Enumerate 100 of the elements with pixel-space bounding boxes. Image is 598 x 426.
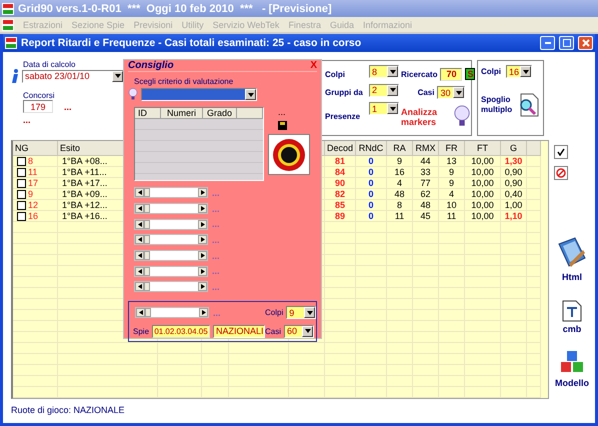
scroll-right-button[interactable]: [198, 266, 207, 276]
status-badge: S: [465, 68, 476, 80]
input-field[interactable]: 179: [23, 100, 53, 113]
scroll-left-button[interactable]: [135, 251, 144, 260]
tool-label[interactable]: cmb: [562, 324, 582, 334]
app-title: Grid90 vers.1-0-R01 *** Oggi 10 feb 2010 *** - [Previsione]: [18, 2, 332, 14]
field-label: Gruppi da: [325, 88, 363, 98]
right-arrow-icon: [200, 284, 204, 290]
scroll-bar[interactable]: [134, 250, 208, 262]
scroll-bar[interactable]: [134, 266, 208, 277]
left-arrow-icon: [138, 237, 142, 242]
slider-value: ...: [212, 188, 220, 198]
scroll-bar[interactable]: [134, 281, 208, 292]
dropdown-field[interactable]: sabato 23/01/10: [22, 70, 124, 82]
analyze-markers-link[interactable]: Analizza markers: [401, 106, 445, 127]
table-cell: 0,90: [501, 167, 527, 178]
slider-value: ...: [212, 266, 220, 276]
scroll-thumb[interactable]: [145, 308, 151, 318]
field-label: Colpi: [265, 308, 284, 318]
scroll-bar[interactable]: [134, 218, 208, 230]
table-cell: 12: [13, 200, 58, 211]
table-cell: 0: [356, 200, 387, 211]
dropdown-field[interactable]: 1: [369, 102, 399, 116]
left-arrow-icon: [138, 222, 142, 227]
table-cell: 89: [325, 211, 356, 222]
scroll-left-button[interactable]: [135, 204, 144, 214]
table-cell: 10,00: [465, 200, 501, 211]
maximize-button[interactable]: [559, 36, 574, 50]
table-cell: 9: [387, 156, 413, 167]
scroll-left-button[interactable]: [136, 308, 145, 318]
table-cell: 0: [356, 167, 387, 178]
scroll-bar[interactable]: [134, 234, 208, 246]
record-button[interactable]: [268, 134, 310, 175]
scroll-bar[interactable]: [135, 307, 209, 318]
scroll-right-button[interactable]: [198, 251, 207, 260]
table-cell: 10,00: [465, 178, 501, 189]
minimize-button[interactable]: [540, 36, 555, 50]
caret-icon: [306, 310, 313, 315]
dropdown-field[interactable]: NAZIONALI: [213, 324, 266, 338]
scroll-left-button[interactable]: [135, 188, 144, 198]
save-icon[interactable]: [278, 121, 287, 130]
app-logo-icon: [2, 2, 14, 14]
table-cell: 10,00: [465, 156, 501, 167]
checkbox[interactable]: [17, 178, 26, 188]
dropdown-field[interactable]: 8: [369, 65, 399, 78]
left-arrow-icon: [138, 190, 142, 196]
scroll-right-button[interactable]: [199, 308, 208, 318]
table-cell: 48: [387, 189, 413, 200]
input-field[interactable]: 01.02.03.04.05: [152, 324, 210, 338]
scroll-right-button[interactable]: [198, 282, 207, 292]
scroll-bar[interactable]: [134, 187, 208, 198]
slider-value: ...: [212, 234, 220, 245]
cancel-button[interactable]: [554, 166, 568, 180]
field-label: Ricercato: [401, 70, 438, 79]
tool-label[interactable]: Html: [562, 272, 582, 282]
checkbox[interactable]: [17, 156, 26, 166]
input-field[interactable]: 70: [440, 68, 462, 81]
more-link[interactable]: ...: [278, 107, 286, 117]
table-cell: 77: [413, 178, 439, 189]
checkbox[interactable]: [17, 168, 26, 176]
dropdown-field[interactable]: 30: [437, 86, 466, 100]
dropdown-field[interactable]: 60: [284, 324, 314, 338]
table-cell: 0: [356, 156, 387, 167]
window-logo-icon: [5, 37, 17, 49]
column-header: RMX: [413, 141, 439, 156]
scroll-left-button[interactable]: [135, 266, 144, 276]
scroll-right-button[interactable]: [198, 188, 207, 198]
dropdown-field[interactable]: 9: [286, 306, 316, 320]
table-cell: 0: [356, 178, 387, 189]
scroll-left-button[interactable]: [135, 220, 144, 229]
left-arrow-icon: [138, 284, 142, 290]
checkbox[interactable]: [17, 200, 26, 210]
close-button[interactable]: [578, 36, 593, 50]
tool-label[interactable]: Modello: [555, 378, 589, 388]
right-arrow-icon: [200, 253, 204, 258]
more-link[interactable]: ...: [64, 102, 72, 112]
document-icon: [562, 300, 582, 322]
field-label: Spie: [133, 326, 150, 336]
dropdown-field[interactable]: 16: [506, 65, 532, 78]
dropdown-field[interactable]: 2: [369, 84, 399, 97]
right-arrow-icon: [202, 310, 206, 316]
scroll-left-button[interactable]: [135, 235, 144, 244]
table-cell: 33: [413, 167, 439, 178]
scroll-right-button[interactable]: [198, 220, 207, 229]
spoglio-link[interactable]: Spoglio multiplo: [481, 94, 515, 114]
left-arrow-icon: [138, 268, 142, 274]
scroll-bar[interactable]: [134, 203, 208, 214]
scroll-right-button[interactable]: [198, 204, 207, 214]
prohibited-icon: [556, 168, 566, 178]
dropdown-field[interactable]: [141, 88, 257, 101]
column-header: FT: [465, 141, 501, 156]
field-label: Presenze: [325, 112, 360, 122]
scroll-right-button[interactable]: [198, 235, 207, 244]
confirm-button[interactable]: [554, 145, 568, 159]
window-title: Report Ritardi e Frequenze - Casi totali esaminati: 25 - caso in corso: [21, 37, 362, 49]
caret-icon: [390, 88, 396, 92]
more-link[interactable]: ...: [23, 115, 125, 125]
checkbox[interactable]: [17, 212, 26, 220]
checkbox[interactable]: [17, 190, 26, 198]
scroll-left-button[interactable]: [135, 282, 144, 292]
